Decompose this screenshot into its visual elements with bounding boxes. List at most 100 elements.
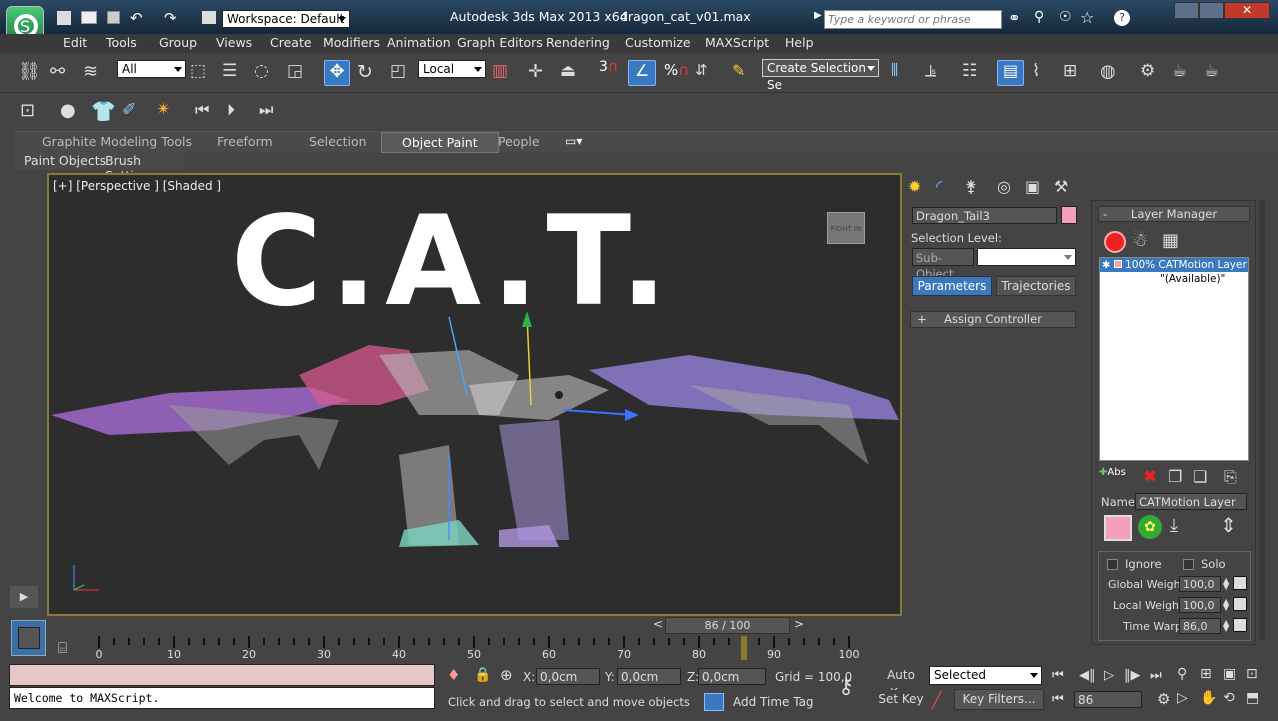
hierarchy-tab-icon[interactable]: ⚵ — [965, 177, 989, 201]
perspective-viewport[interactable]: [+] [Perspective ] [Shaded ] C.A.T. FIGH… — [47, 173, 902, 616]
motion-tab-icon[interactable]: ◎ — [997, 177, 1021, 201]
percent-snap-icon[interactable]: %∩ — [664, 61, 689, 85]
link-icon[interactable]: ⛓ — [18, 61, 42, 85]
auto-key-button[interactable]: Auto Key — [876, 666, 926, 700]
panel-scrollbar[interactable] — [1259, 200, 1265, 640]
local-weight-field[interactable]: 100,0 — [1179, 597, 1221, 613]
layer-row-available[interactable]: "(Available)" — [1100, 272, 1248, 286]
time-warp-curve-icon[interactable] — [1233, 618, 1247, 632]
search-input[interactable] — [824, 10, 1002, 29]
field-of-view-icon[interactable]: ▷ — [1177, 690, 1188, 706]
viewport-layout-tab[interactable]: ▶ — [10, 586, 38, 608]
time-slider-next[interactable]: > — [794, 617, 804, 631]
display-tab-icon[interactable]: ▣ — [1025, 177, 1049, 201]
goto-end-icon[interactable]: ⏭ — [1150, 668, 1162, 683]
window-crossing-icon[interactable]: ◲ — [287, 61, 311, 85]
key-mode-dropdown[interactable]: Selected — [929, 666, 1042, 685]
next-key-icon[interactable]: ⏭ — [259, 100, 283, 124]
layer-manager-icon[interactable]: ☷ — [962, 61, 986, 85]
container-icon[interactable]: ⊡ — [20, 100, 44, 124]
align-icon[interactable]: ⫡ — [925, 61, 949, 85]
record-layer-icon[interactable] — [1104, 231, 1126, 253]
time-slider-thumb[interactable]: 86 / 100 — [665, 617, 790, 634]
layer-name-field[interactable]: CATMotion Layer — [1135, 493, 1247, 510]
sub-object-dropdown[interactable] — [977, 248, 1076, 266]
tab-selection[interactable]: Selection — [309, 134, 367, 149]
local-weight-curve-icon[interactable] — [1233, 597, 1247, 611]
collapse-layer-icon[interactable]: ⤓ — [1170, 515, 1194, 539]
tab-object-paint[interactable]: Object Paint — [381, 132, 499, 153]
next-frame-icon[interactable]: ‖▶ — [1124, 668, 1141, 683]
play-icon[interactable]: ⏵ — [227, 100, 251, 124]
prev-frame-icon[interactable]: ◀‖ — [1079, 668, 1096, 683]
menu-maxscript[interactable]: MAXScript — [705, 35, 769, 50]
key-filters-button[interactable]: Key Filters... — [954, 689, 1044, 710]
menu-tools[interactable]: Tools — [106, 35, 137, 50]
keyboard-shortcut-override-icon[interactable]: ⏏ — [560, 61, 584, 85]
current-frame-marker[interactable] — [741, 636, 747, 660]
orbit-icon[interactable]: ⟲ — [1223, 690, 1235, 706]
current-frame-field[interactable]: 86 — [1074, 691, 1142, 708]
binoculars-icon[interactable]: ⚭ — [1008, 9, 1021, 27]
selection-lock-icon[interactable]: 🔒 — [474, 667, 491, 683]
minimize-button[interactable] — [1174, 2, 1199, 19]
tab-parameters[interactable]: Parameters — [912, 276, 992, 296]
key-mode-toggle-icon[interactable]: ⏮ — [1052, 692, 1064, 707]
maximize-viewport-icon[interactable]: ⬒ — [1246, 690, 1259, 706]
render-frame-icon[interactable]: ☕ — [1172, 61, 1196, 85]
time-slider-prev[interactable]: < — [653, 617, 663, 631]
favorites-star-icon[interactable]: ☆ — [1080, 8, 1094, 27]
layer-clip-icon[interactable]: ▦ — [1162, 230, 1186, 254]
new-file-icon[interactable] — [57, 11, 71, 25]
spinner-snap-icon[interactable]: ⇵ — [695, 61, 719, 85]
menu-create[interactable]: Create — [270, 35, 312, 50]
tab-people[interactable]: People — [498, 134, 540, 149]
render-setup-icon[interactable]: ⚙ — [1140, 61, 1164, 85]
modify-tab-icon[interactable]: ◜ — [936, 177, 960, 201]
mini-curve-editor-icon[interactable]: ⌸ — [58, 639, 67, 657]
render-production-icon[interactable]: ☕ — [1204, 61, 1228, 85]
save-icon[interactable] — [107, 11, 120, 24]
curve-editor-icon[interactable]: ⌇ — [1032, 61, 1056, 85]
mirror-icon[interactable]: ⫴ — [891, 61, 915, 85]
menu-group[interactable]: Group — [159, 35, 197, 50]
character-pose-icon[interactable]: ☃ — [1132, 230, 1156, 254]
schematic-view-icon[interactable]: ⊞ — [1063, 61, 1087, 85]
project-folder-icon[interactable] — [202, 11, 216, 24]
dragon-model[interactable] — [49, 295, 904, 555]
ribbon-options-icon[interactable]: ▭▾ — [565, 134, 582, 148]
tab-graphite-modeling-tools[interactable]: Graphite Modeling Tools — [42, 134, 192, 149]
menu-customize[interactable]: Customize — [625, 35, 691, 50]
track-bar[interactable]: 0 10 20 30 40 50 60 70 80 90 100 — [95, 636, 903, 661]
sphere-primitive-icon[interactable]: ● — [60, 100, 84, 124]
search-arrow-icon[interactable]: ▶ — [814, 10, 822, 21]
time-config-icon[interactable]: ⚙ — [1157, 690, 1170, 708]
material-editor-icon[interactable]: ◍ — [1100, 61, 1124, 85]
z-coord-field[interactable]: 0,0cm — [698, 668, 766, 685]
set-key-button[interactable]: Set Key — [876, 690, 926, 710]
create-tab-icon[interactable]: ✹ — [908, 177, 932, 201]
menu-graph-editors[interactable]: Graph Editors — [457, 35, 543, 50]
layer-color-swatch[interactable] — [1104, 515, 1132, 541]
zoom-all-icon[interactable]: ⊞ — [1200, 666, 1212, 682]
paste-layer-icon[interactable]: ❏ — [1193, 467, 1217, 491]
hair-brush-icon[interactable]: ✐ — [122, 100, 146, 124]
workspace-dropdown[interactable]: Workspace: Default — [222, 10, 350, 28]
time-tag-icon[interactable] — [704, 693, 724, 711]
assign-controller-rollout[interactable]: + Assign Controller — [910, 311, 1076, 328]
global-weight-curve-icon[interactable] — [1233, 576, 1247, 590]
play-animation-icon[interactable]: ▷ — [1104, 668, 1114, 683]
tab-freeform[interactable]: Freeform — [217, 134, 273, 149]
open-file-icon[interactable] — [81, 11, 97, 24]
signin-icon[interactable]: ☉ — [1059, 9, 1072, 25]
pan-view-icon[interactable]: ✋ — [1200, 690, 1217, 706]
prev-key-icon[interactable]: ⏮ — [195, 100, 219, 124]
zoom-extents-all-icon[interactable]: ⊡ — [1246, 666, 1258, 682]
time-warp-spinner[interactable]: ▲ ▼ — [1223, 619, 1229, 633]
time-warp-field[interactable]: 86,0 — [1179, 618, 1221, 634]
select-move-icon[interactable]: ✥ — [324, 60, 350, 86]
global-weight-field[interactable]: 100,0 — [1179, 576, 1221, 592]
key-icon[interactable]: ⚲ — [1034, 9, 1044, 25]
key-filter-icon[interactable]: ╱ — [932, 690, 942, 709]
save-layer-icon[interactable]: ⎘ — [1224, 467, 1248, 491]
